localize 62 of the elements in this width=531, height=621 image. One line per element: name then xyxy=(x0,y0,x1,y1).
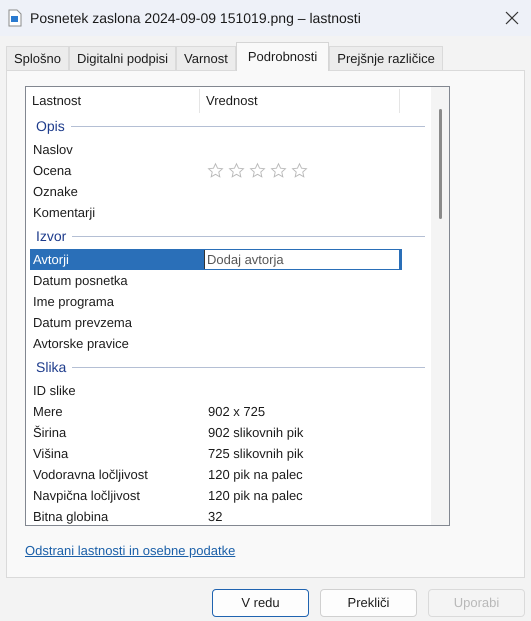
property-row[interactable]: Avtorske pravice xyxy=(30,333,402,354)
window-title: Posnetek zaslona 2024-09-09 151019.png – lastnosti xyxy=(30,8,362,28)
property-name: Oznake xyxy=(32,182,79,201)
star-icon[interactable] xyxy=(270,162,287,179)
property-row[interactable]: Komentarji xyxy=(30,202,402,223)
property-name: ID slike xyxy=(32,382,77,400)
column-header[interactable]: Lastnost xyxy=(26,89,200,113)
property-name: Navpična ločljivost xyxy=(32,486,141,505)
star-icon[interactable] xyxy=(228,162,245,179)
property-row[interactable]: Višina 725 slikovnih pik xyxy=(30,443,402,464)
property-row[interactable]: Ime programa xyxy=(30,291,402,312)
property-value: 725 slikovnih pik xyxy=(207,444,304,463)
property-name: Bitna globina xyxy=(32,508,110,525)
property-row[interactable]: Navpična ločljivost 120 pik na palec xyxy=(30,485,402,506)
property-value: 902 x 725 xyxy=(207,402,266,421)
property-name: Višina xyxy=(32,444,70,463)
property-name: Datum prevzema xyxy=(32,314,133,332)
scrollbar-thumb[interactable] xyxy=(438,109,442,219)
star-icon[interactable] xyxy=(249,162,266,179)
property-row[interactable]: Oznake xyxy=(30,181,402,202)
tab[interactable]: Varnost xyxy=(176,46,236,70)
tab[interactable]: Splošno xyxy=(6,46,69,70)
property-name: Komentarji xyxy=(32,204,96,222)
property-name: Mere xyxy=(32,402,64,421)
property-row[interactable]: Naslov xyxy=(30,139,402,160)
group-heading: Opis xyxy=(36,116,65,136)
property-row[interactable]: ID slike xyxy=(30,380,402,401)
property-row[interactable]: Avtorji Dodaj avtorja xyxy=(30,249,402,270)
column-header[interactable]: Vrednost xyxy=(200,89,400,113)
property-name: Avtorske pravice xyxy=(32,334,130,353)
star-icon[interactable] xyxy=(207,162,224,179)
remove-properties-link[interactable]: Odstrani lastnosti in osebne podatke xyxy=(25,543,236,558)
image-file-icon xyxy=(8,9,22,27)
property-name: Naslov xyxy=(32,140,74,159)
dialog-button[interactable]: Prekliči xyxy=(320,589,417,617)
group-heading: Slika xyxy=(36,358,66,376)
property-value: 120 pik na palec xyxy=(207,486,303,505)
property-name: Širina xyxy=(32,424,68,442)
property-value: 32 xyxy=(207,508,222,525)
scrollbar[interactable] xyxy=(431,87,449,525)
property-value: 902 slikovnih pik xyxy=(207,424,304,442)
property-name: Avtorji xyxy=(32,250,70,269)
tab[interactable]: Digitalni podpisi xyxy=(68,46,176,70)
property-row[interactable]: Mere 902 x 725 xyxy=(30,401,402,422)
property-row[interactable]: Datum posnetka xyxy=(30,270,402,291)
close-icon[interactable] xyxy=(505,11,519,25)
property-row[interactable]: Vodoravna ločljivost 120 pik na palec xyxy=(30,464,402,485)
property-row[interactable]: Ocena xyxy=(30,160,402,181)
property-row[interactable]: Datum prevzema xyxy=(30,312,402,333)
star-icon[interactable] xyxy=(291,162,308,179)
property-name: Datum posnetka xyxy=(32,272,129,290)
group-heading: Izvor xyxy=(36,226,66,246)
property-name: Vodoravna ločljivost xyxy=(32,466,149,484)
property-name: Ocena xyxy=(32,162,72,180)
property-name: Ime programa xyxy=(32,292,115,311)
input-field[interactable]: Dodaj avtorja xyxy=(204,250,399,269)
tab[interactable]: Prejšnje različice xyxy=(329,46,443,70)
property-value: 120 pik na palec xyxy=(207,466,303,484)
dialog-button[interactable]: V redu xyxy=(212,589,309,617)
property-row[interactable]: Širina 902 slikovnih pik xyxy=(30,422,402,443)
tab[interactable]: Podrobnosti xyxy=(236,42,330,71)
property-row[interactable]: Bitna globina 32 xyxy=(30,506,402,525)
